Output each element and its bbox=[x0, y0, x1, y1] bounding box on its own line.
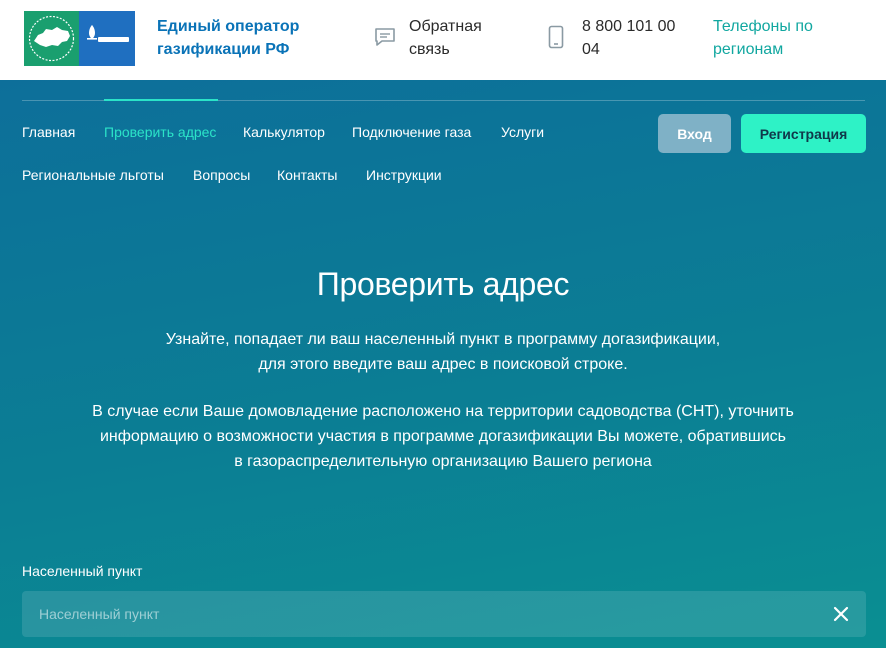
snt-note-line: информацию о возможности участия в прогр… bbox=[99, 428, 787, 445]
russia-map-logo-icon bbox=[24, 11, 79, 66]
nav-item-regional-benefits[interactable]: Региональные льготы bbox=[22, 167, 164, 183]
locality-search-input[interactable] bbox=[22, 591, 812, 637]
nav-active-indicator bbox=[104, 99, 218, 101]
regional-phones-link[interactable]: Телефоны по регионам bbox=[713, 15, 833, 61]
org-name[interactable]: Единый оператор газификации РФ bbox=[157, 15, 327, 61]
phone-number[interactable]: 8 800 101 00 04 bbox=[582, 15, 692, 61]
nav-item-questions[interactable]: Вопросы bbox=[193, 167, 250, 183]
nav-item-contacts[interactable]: Контакты bbox=[277, 167, 337, 183]
register-button[interactable]: Регистрация bbox=[741, 114, 866, 153]
page-title: Проверить адрес bbox=[316, 266, 570, 302]
logo[interactable] bbox=[24, 11, 135, 66]
snt-note-line: в газораспределительную организацию Ваше… bbox=[234, 453, 652, 470]
locality-field-label: Населенный пункт bbox=[22, 563, 143, 579]
nav-item-services[interactable]: Услуги bbox=[501, 124, 544, 140]
login-button[interactable]: Вход bbox=[658, 114, 731, 153]
main-section: Главная Проверить адрес Калькулятор Подк… bbox=[0, 80, 886, 648]
intro-line: для этого введите ваш адрес в поисковой … bbox=[258, 356, 628, 373]
snt-note-text: В случае если Ваше домовладение располож… bbox=[60, 399, 826, 474]
intro-text: Узнайте, попадает ли ваш населенный пунк… bbox=[60, 327, 826, 377]
locality-search-box bbox=[22, 591, 866, 637]
close-icon[interactable] bbox=[832, 605, 850, 623]
gazprom-logo-icon bbox=[79, 11, 135, 66]
intro-line: Узнайте, попадает ли ваш населенный пунк… bbox=[165, 331, 721, 348]
chat-bubble-icon[interactable] bbox=[374, 27, 396, 47]
feedback-link[interactable]: Обратная связь bbox=[409, 15, 519, 61]
mobile-phone-icon bbox=[548, 25, 564, 49]
site-header: Единый оператор газификации РФ Обратная … bbox=[0, 0, 886, 80]
nav-item-calculator[interactable]: Калькулятор bbox=[243, 124, 325, 140]
nav-item-gas-connection[interactable]: Подключение газа bbox=[352, 124, 471, 140]
nav-item-instructions[interactable]: Инструкции bbox=[366, 167, 442, 183]
nav-item-home[interactable]: Главная bbox=[22, 124, 75, 140]
nav-item-check-address[interactable]: Проверить адрес bbox=[104, 124, 216, 140]
snt-note-line: В случае если Ваше домовладение располож… bbox=[92, 403, 794, 420]
